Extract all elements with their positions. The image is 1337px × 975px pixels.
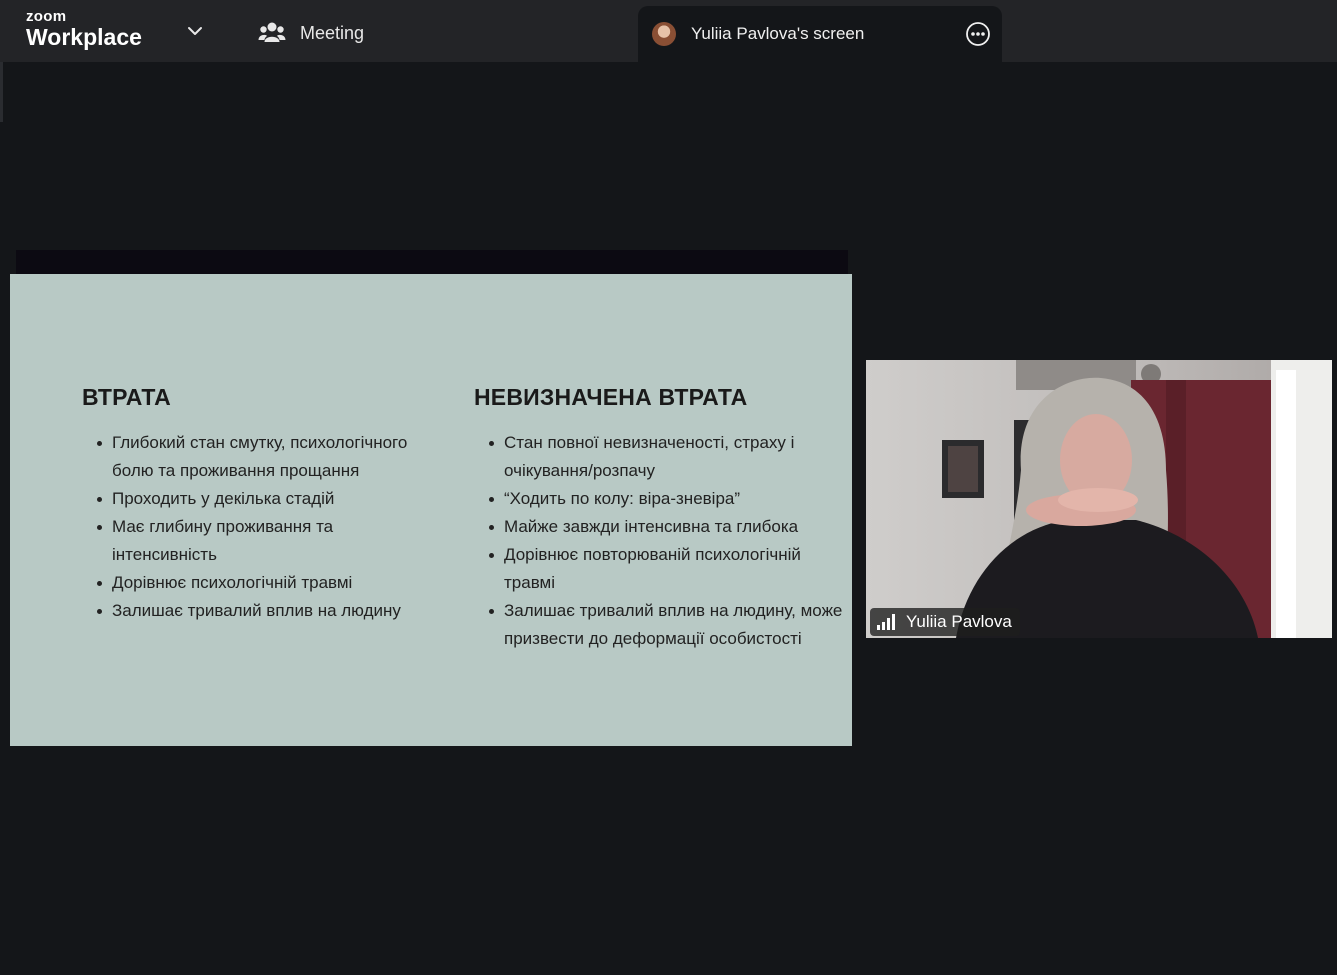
brand-workplace-text: Workplace (26, 24, 142, 50)
participant-video-tile[interactable]: Yuliia Pavlova (866, 360, 1332, 638)
zoom-workplace-logo: zoom Workplace (26, 9, 142, 49)
meeting-label: Meeting (300, 22, 365, 43)
top-toolbar: zoom Workplace Meeting Yuliia Pavlova's … (0, 0, 1337, 62)
slide-heading-ambiguous-loss: НЕВИЗНАЧЕНА ВТРАТА (474, 384, 748, 410)
zoom-window: zoom Workplace Meeting Yuliia Pavlova's … (0, 0, 1337, 975)
list-item: Дорівнює повторюваній психологічній трав… (489, 541, 846, 597)
list-item: Стан повної невизначеності, страху і очі… (489, 429, 846, 485)
brand-zoom-text: zoom (26, 8, 67, 25)
list-item: Дорівнює психологічній травмі (97, 569, 422, 597)
signal-strength-icon (877, 614, 895, 630)
shared-screen-title: Yuliia Pavlova's screen (691, 24, 865, 43)
shared-screen-header-strip (16, 250, 848, 274)
slide-list-ambiguous-loss: Стан повної невизначеності, страху і очі… (474, 429, 846, 653)
slide-heading-loss: ВТРАТА (82, 384, 171, 410)
more-options-icon[interactable] (965, 21, 991, 47)
list-item: Залишає тривалий вплив на людину (97, 597, 422, 625)
list-item: Проходить у декілька стадій (97, 485, 422, 513)
list-item: Залишає тривалий вплив на людину, може п… (489, 597, 846, 653)
slide-list-loss: Глибокий стан смутку, психологічного бол… (82, 429, 422, 625)
participant-video-feed (866, 360, 1332, 638)
list-item: Майже завжди інтенсивна та глибока (489, 513, 846, 541)
shared-slide: ВТРАТА Глибокий стан смутку, психологічн… (10, 274, 852, 746)
chevron-down-icon[interactable] (186, 22, 204, 40)
shared-screen-tab[interactable]: Yuliia Pavlova's screen (638, 6, 1002, 62)
list-item: Глибокий стан смутку, психологічного бол… (97, 429, 422, 485)
window-edge (0, 62, 3, 122)
list-item: “Ходить по колу: віра-зневіра” (489, 485, 846, 513)
participants-icon (258, 22, 286, 42)
slide-column-loss: ВТРАТА Глибокий стан смутку, психологічн… (82, 384, 422, 625)
participant-name: Yuliia Pavlova (906, 612, 1012, 631)
meeting-button[interactable]: Meeting (258, 16, 364, 50)
slide-column-ambiguous-loss: НЕВИЗНАЧЕНА ВТРАТА Стан повної невизначе… (474, 384, 846, 653)
list-item: Має глибину проживання та інтенсивність (97, 513, 422, 569)
participant-name-tag: Yuliia Pavlova (870, 608, 1020, 636)
avatar (652, 22, 676, 46)
